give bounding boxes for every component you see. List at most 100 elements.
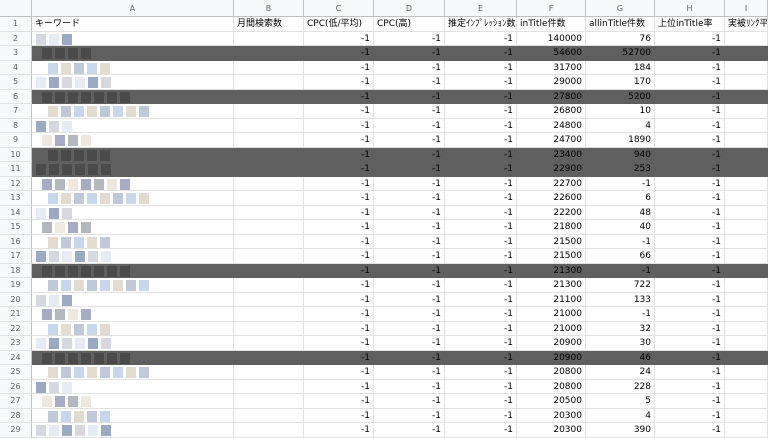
- backlink-cell[interactable]: [725, 321, 768, 336]
- intitle-cell[interactable]: 21000: [517, 321, 586, 336]
- cpc-low-cell[interactable]: -1: [304, 220, 374, 235]
- search-volume-cell[interactable]: [234, 365, 304, 380]
- impressions-cell[interactable]: -1: [445, 220, 517, 235]
- search-volume-cell[interactable]: [234, 350, 304, 365]
- intitle-cell[interactable]: 22600: [517, 191, 586, 206]
- keyword-cell[interactable]: [32, 31, 234, 46]
- intitle-cell[interactable]: 21500: [517, 249, 586, 264]
- cpc-low-cell[interactable]: -1: [304, 321, 374, 336]
- row-number[interactable]: 29: [0, 423, 32, 438]
- cpc-high-cell[interactable]: -1: [374, 394, 445, 409]
- cpc-high-cell[interactable]: -1: [374, 336, 445, 351]
- allintitle-cell[interactable]: 722: [586, 278, 655, 293]
- backlink-cell[interactable]: [725, 336, 768, 351]
- column-header-f[interactable]: F: [517, 0, 586, 17]
- keyword-cell[interactable]: [32, 249, 234, 264]
- intitle-cell[interactable]: 29000: [517, 75, 586, 90]
- top-intitle-rate-cell[interactable]: -1: [655, 31, 725, 46]
- header-cell[interactable]: 推定ｲﾝﾌﾟﾚｯｼｮﾝ数: [445, 17, 517, 32]
- impressions-cell[interactable]: -1: [445, 31, 517, 46]
- row-number[interactable]: 16: [0, 234, 32, 249]
- row-number[interactable]: 12: [0, 176, 32, 191]
- row-number[interactable]: 2: [0, 31, 32, 46]
- top-intitle-rate-cell[interactable]: -1: [655, 205, 725, 220]
- impressions-cell[interactable]: -1: [445, 205, 517, 220]
- allintitle-cell[interactable]: 5200: [586, 89, 655, 104]
- search-volume-cell[interactable]: [234, 220, 304, 235]
- backlink-cell[interactable]: [725, 118, 768, 133]
- select-all-corner[interactable]: [0, 0, 32, 17]
- impressions-cell[interactable]: -1: [445, 394, 517, 409]
- top-intitle-rate-cell[interactable]: -1: [655, 234, 725, 249]
- intitle-cell[interactable]: 21800: [517, 220, 586, 235]
- impressions-cell[interactable]: -1: [445, 379, 517, 394]
- row-number[interactable]: 24: [0, 350, 32, 365]
- header-cell[interactable]: inTitle件数: [517, 17, 586, 32]
- keyword-cell[interactable]: [32, 118, 234, 133]
- row-number[interactable]: 23: [0, 336, 32, 351]
- column-header-i[interactable]: I: [725, 0, 768, 17]
- intitle-cell[interactable]: 20800: [517, 379, 586, 394]
- search-volume-cell[interactable]: [234, 205, 304, 220]
- cpc-low-cell[interactable]: -1: [304, 350, 374, 365]
- top-intitle-rate-cell[interactable]: -1: [655, 133, 725, 148]
- keyword-cell[interactable]: [32, 307, 234, 322]
- cpc-high-cell[interactable]: -1: [374, 408, 445, 423]
- backlink-cell[interactable]: [725, 133, 768, 148]
- search-volume-cell[interactable]: [234, 162, 304, 177]
- impressions-cell[interactable]: -1: [445, 118, 517, 133]
- allintitle-cell[interactable]: 133: [586, 292, 655, 307]
- row-number[interactable]: 9: [0, 133, 32, 148]
- cpc-high-cell[interactable]: -1: [374, 205, 445, 220]
- keyword-cell[interactable]: [32, 379, 234, 394]
- keyword-cell[interactable]: [32, 191, 234, 206]
- top-intitle-rate-cell[interactable]: -1: [655, 147, 725, 162]
- cpc-low-cell[interactable]: -1: [304, 118, 374, 133]
- cpc-low-cell[interactable]: -1: [304, 205, 374, 220]
- allintitle-cell[interactable]: -1: [586, 176, 655, 191]
- search-volume-cell[interactable]: [234, 176, 304, 191]
- impressions-cell[interactable]: -1: [445, 104, 517, 119]
- column-header-a[interactable]: A: [32, 0, 234, 17]
- backlink-cell[interactable]: [725, 31, 768, 46]
- backlink-cell[interactable]: [725, 176, 768, 191]
- cpc-high-cell[interactable]: -1: [374, 147, 445, 162]
- cpc-high-cell[interactable]: -1: [374, 249, 445, 264]
- intitle-cell[interactable]: 20800: [517, 365, 586, 380]
- row-number[interactable]: 8: [0, 118, 32, 133]
- impressions-cell[interactable]: -1: [445, 75, 517, 90]
- header-cell[interactable]: CPC(低/平均): [304, 17, 374, 32]
- keyword-cell[interactable]: [32, 365, 234, 380]
- backlink-cell[interactable]: [725, 205, 768, 220]
- allintitle-cell[interactable]: 48: [586, 205, 655, 220]
- header-cell[interactable]: 月間検索数: [234, 17, 304, 32]
- top-intitle-rate-cell[interactable]: -1: [655, 60, 725, 75]
- allintitle-cell[interactable]: 1890: [586, 133, 655, 148]
- impressions-cell[interactable]: -1: [445, 234, 517, 249]
- search-volume-cell[interactable]: [234, 75, 304, 90]
- cpc-low-cell[interactable]: -1: [304, 278, 374, 293]
- top-intitle-rate-cell[interactable]: -1: [655, 162, 725, 177]
- backlink-cell[interactable]: [725, 60, 768, 75]
- cpc-low-cell[interactable]: -1: [304, 394, 374, 409]
- intitle-cell[interactable]: 20500: [517, 394, 586, 409]
- row-number[interactable]: 19: [0, 278, 32, 293]
- cpc-high-cell[interactable]: -1: [374, 89, 445, 104]
- backlink-cell[interactable]: [725, 191, 768, 206]
- intitle-cell[interactable]: 21300: [517, 263, 586, 278]
- intitle-cell[interactable]: 22700: [517, 176, 586, 191]
- impressions-cell[interactable]: -1: [445, 292, 517, 307]
- impressions-cell[interactable]: -1: [445, 147, 517, 162]
- search-volume-cell[interactable]: [234, 191, 304, 206]
- top-intitle-rate-cell[interactable]: -1: [655, 336, 725, 351]
- keyword-cell[interactable]: [32, 205, 234, 220]
- row-number[interactable]: 3: [0, 46, 32, 61]
- allintitle-cell[interactable]: 46: [586, 350, 655, 365]
- keyword-cell[interactable]: [32, 350, 234, 365]
- keyword-cell[interactable]: [32, 423, 234, 438]
- cpc-low-cell[interactable]: -1: [304, 234, 374, 249]
- intitle-cell[interactable]: 54600: [517, 46, 586, 61]
- keyword-cell[interactable]: [32, 147, 234, 162]
- backlink-cell[interactable]: [725, 220, 768, 235]
- row-number[interactable]: 15: [0, 220, 32, 235]
